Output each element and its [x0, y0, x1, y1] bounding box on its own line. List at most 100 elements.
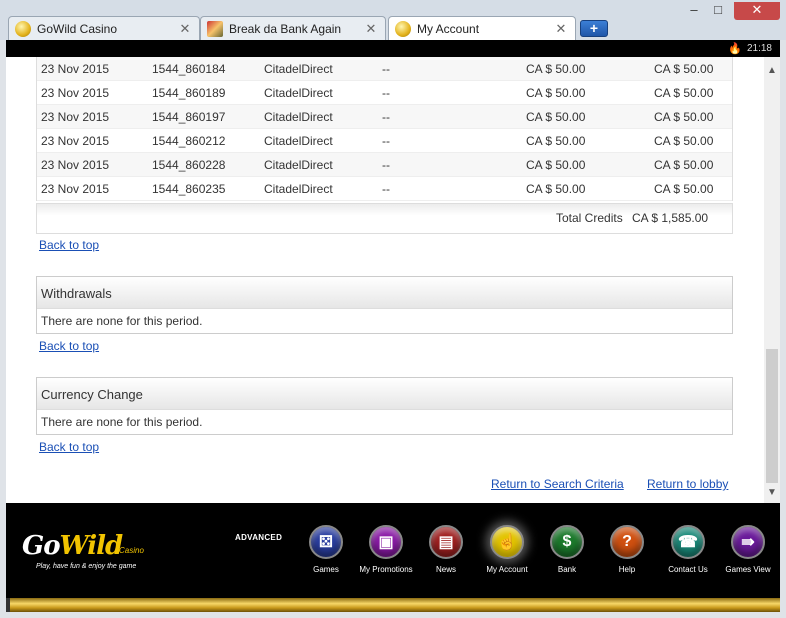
dollar-icon: $ [550, 525, 584, 559]
nav-games[interactable]: ⚄ Games [294, 525, 358, 574]
help-icon: ? [610, 525, 644, 559]
close-icon[interactable]: ✕ [555, 21, 567, 37]
currency-change-empty-message: There are none for this period. [37, 410, 732, 434]
transactions-table: 23 Nov 2015 1544_860184 CitadelDirect --… [36, 57, 733, 201]
nav-label: Games View [725, 565, 771, 574]
tx-credited: CA $ 50.00 [654, 181, 714, 196]
currency-change-panel: Currency Change There are none for this … [36, 377, 733, 435]
return-to-search-criteria-link[interactable]: Return to Search Criteria [491, 477, 624, 491]
tx-method: CitadelDirect [264, 133, 333, 148]
tx-method: CitadelDirect [264, 181, 333, 196]
new-tab-button[interactable]: + [580, 20, 608, 37]
account-icon: ☝ [490, 525, 524, 559]
table-row: 23 Nov 2015 1544_860228 CitadelDirect --… [37, 153, 732, 177]
nav-games-view[interactable]: ⇛ Games View [716, 525, 780, 574]
games-view-icon: ⇛ [731, 525, 765, 559]
tab-gowild-casino[interactable]: GoWild Casino ✕ [8, 16, 200, 40]
tx-date: 23 Nov 2015 [41, 181, 110, 196]
table-row: 23 Nov 2015 1544_860189 CitadelDirect --… [37, 81, 732, 105]
close-icon[interactable]: ✕ [365, 21, 377, 37]
tx-note: -- [382, 61, 390, 76]
back-to-top-link[interactable]: Back to top [39, 440, 99, 454]
window-close-button[interactable]: ✕ [734, 2, 780, 20]
nav-news[interactable]: ▤ News [414, 525, 478, 574]
nav-contact-us[interactable]: ☎ Contact Us [656, 525, 720, 574]
clock: 21:18 [746, 43, 772, 54]
tab-break-da-bank[interactable]: Break da Bank Again ✕ [200, 16, 386, 40]
tx-method: CitadelDirect [264, 109, 333, 124]
advanced-label: ADVANCED [235, 533, 283, 542]
table-row: 23 Nov 2015 1544_860197 CitadelDirect --… [37, 105, 732, 129]
tx-note: -- [382, 181, 390, 196]
table-row: 23 Nov 2015 1544_860235 CitadelDirect --… [37, 177, 732, 201]
currency-change-heading: Currency Change [37, 378, 732, 410]
newspaper-icon: ▤ [429, 525, 463, 559]
tx-note: -- [382, 109, 390, 124]
tx-method: CitadelDirect [264, 61, 333, 76]
tx-credited: CA $ 50.00 [654, 85, 714, 100]
nav-label: Games [313, 565, 339, 574]
maximize-button[interactable]: □ [708, 2, 728, 20]
tx-reference: 1544_860189 [152, 85, 226, 100]
tx-date: 23 Nov 2015 [41, 157, 110, 172]
nav-my-account[interactable]: ☝ My Account [475, 525, 539, 574]
tx-amount: CA $ 50.00 [526, 61, 586, 76]
back-to-top-link[interactable]: Back to top [39, 238, 99, 252]
tx-date: 23 Nov 2015 [41, 109, 110, 124]
return-to-lobby-link[interactable]: Return to lobby [647, 477, 728, 491]
tx-credited: CA $ 50.00 [654, 61, 714, 76]
nav-bank[interactable]: $ Bank [535, 525, 599, 574]
withdrawals-panel: Withdrawals There are none for this peri… [36, 276, 733, 334]
nav-my-promotions[interactable]: ▣ My Promotions [354, 525, 418, 574]
close-icon[interactable]: ✕ [179, 21, 191, 37]
dice-icon: ⚄ [309, 525, 343, 559]
total-credits-row: Total Credits CA $ 1,585.00 [36, 203, 733, 234]
nav-help[interactable]: ? Help [595, 525, 659, 574]
tx-credited: CA $ 50.00 [654, 109, 714, 124]
slot-game-icon [207, 20, 223, 37]
total-credits-label: Total Credits [556, 211, 623, 225]
gowild-logo[interactable]: GoWild Casino Play, have fun & enjoy the… [22, 531, 162, 575]
tx-credited: CA $ 50.00 [654, 133, 714, 148]
scrollbar-thumb[interactable] [766, 349, 778, 483]
withdrawals-empty-message: There are none for this period. [37, 309, 732, 333]
nav-label: News [435, 565, 456, 574]
tx-date: 23 Nov 2015 [41, 61, 110, 76]
nav-label: Help [618, 565, 636, 574]
account-content: 23 Nov 2015 1544_860184 CitadelDirect --… [6, 57, 764, 503]
tx-amount: CA $ 50.00 [526, 133, 586, 148]
back-to-top-link[interactable]: Back to top [39, 339, 99, 353]
casino-footer: GoWild Casino Play, have fun & enjoy the… [6, 503, 780, 598]
flame-icon: 🔥 [728, 43, 742, 55]
tab-label: My Account [417, 22, 480, 36]
nav-label: My Promotions [359, 565, 413, 574]
tx-reference: 1544_860197 [152, 109, 226, 124]
tx-method: CitadelDirect [264, 85, 333, 100]
casino-coin-icon [395, 21, 411, 37]
tx-amount: CA $ 50.00 [526, 181, 586, 196]
tx-reference: 1544_860212 [152, 133, 226, 148]
logo-subtext: Casino [119, 546, 144, 555]
nav-label: Contact Us [668, 565, 708, 574]
withdrawals-heading: Withdrawals [37, 277, 732, 309]
tab-my-account[interactable]: My Account ✕ [388, 16, 576, 41]
gold-progress-bar [6, 598, 780, 612]
phone-icon: ☎ [671, 525, 705, 559]
logo-text: GoWild [22, 531, 123, 561]
tx-reference: 1544_860235 [152, 181, 226, 196]
nav-label: My Account [486, 565, 528, 574]
scroll-down-icon[interactable]: ▼ [764, 485, 780, 501]
total-credits-value: CA $ 1,585.00 [632, 211, 709, 225]
table-row: 23 Nov 2015 1544_860184 CitadelDirect --… [37, 57, 732, 81]
status-bar: 🔥 21:18 [6, 40, 780, 57]
logo-tagline: Play, have fun & enjoy the game [36, 563, 137, 570]
tab-label: Break da Bank Again [229, 21, 342, 36]
minimize-button[interactable]: – [684, 2, 704, 20]
browser-tab-strip: GoWild Casino ✕ Break da Bank Again ✕ My… [0, 0, 786, 41]
tx-date: 23 Nov 2015 [41, 133, 110, 148]
tx-note: -- [382, 133, 390, 148]
casino-coin-icon [15, 20, 31, 37]
scroll-up-icon[interactable]: ▲ [764, 63, 780, 79]
tab-label: GoWild Casino [37, 21, 118, 36]
vertical-scrollbar[interactable]: ▲ ▼ [764, 57, 780, 503]
